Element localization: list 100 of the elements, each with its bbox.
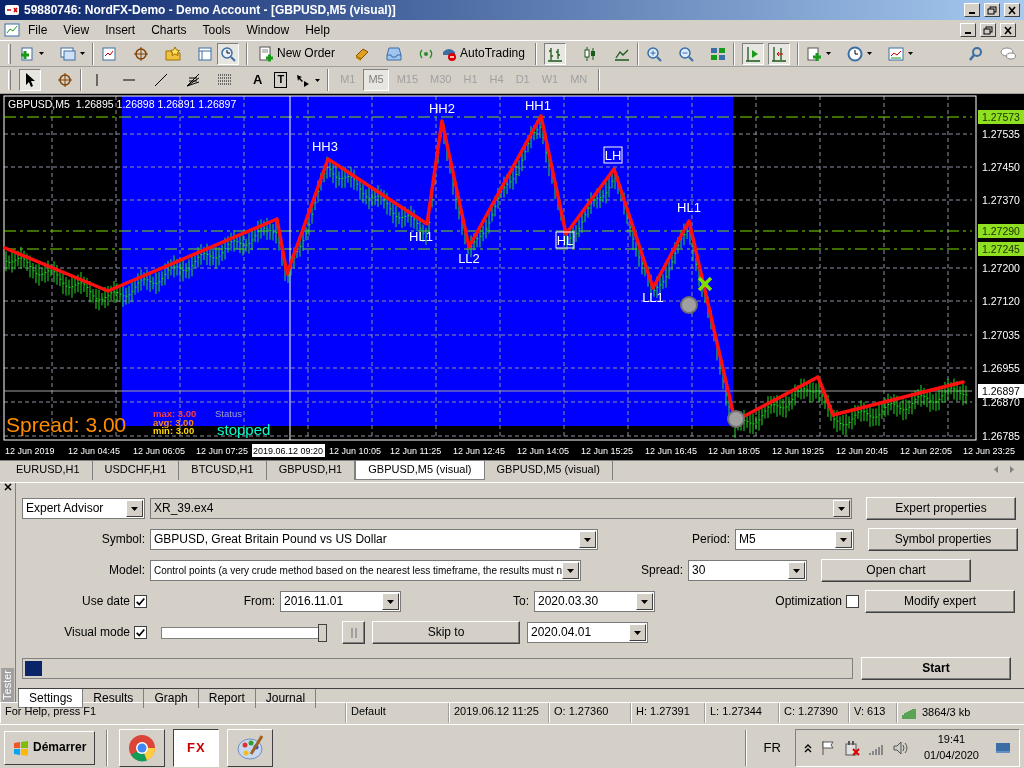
date-field[interactable]: 2016.11.01 [280,591,401,612]
dropdown-arrow-icon [387,599,394,604]
price-label: 1.27370 [982,194,1020,206]
panel-tab[interactable]: Settings [18,689,84,708]
language-indicator[interactable]: FR [757,739,787,756]
bar-chart-button[interactable] [543,42,566,65]
symbol-dropdown[interactable]: GBPUSD, Great Britain Pound vs US Dollar [150,529,598,550]
paint-taskbar-button[interactable] [227,728,274,767]
side-button[interactable]: Expert properties [866,497,1016,520]
zoom-in-icon[interactable] [645,45,662,62]
window-list-icon[interactable] [197,45,213,62]
menu-item[interactable]: View [55,22,98,38]
caret-icon[interactable] [315,78,321,82]
caret-icon[interactable] [39,52,44,55]
search-icon[interactable] [968,45,984,62]
market-watch-icon[interactable] [101,45,117,62]
cross-marker-icon [697,276,713,292]
caret-icon[interactable] [80,52,85,55]
start-button[interactable]: Démarrer [4,730,96,765]
spread-dropdown[interactable]: 30 [688,560,807,581]
trading-app-taskbar-button[interactable]: FX [173,728,220,767]
cursor-button[interactable] [19,69,41,91]
panel-tab[interactable]: Report [198,689,256,708]
side-button[interactable]: Modify expert [865,590,1015,613]
candlestick-icon[interactable] [581,45,598,62]
new-order-button[interactable]: New Order [255,42,338,65]
field-label: From: [242,594,275,609]
checkbox[interactable] [134,595,147,608]
fibonacci-grid-icon[interactable] [217,72,233,88]
template-icon[interactable] [887,45,904,62]
time-label: 12 Jun 15:25 [581,446,634,456]
autoscroll-button[interactable] [741,42,764,65]
pause-button[interactable] [342,621,365,644]
indicator-icon[interactable] [805,45,822,62]
time-label: 12 Jun 23:25 [963,446,1016,456]
text-tool[interactable]: A [249,72,267,88]
crosshair-icon[interactable] [133,45,149,62]
panel-tab[interactable]: Graph [144,689,199,708]
status-text: 2019.06.12 11:25 [449,703,549,723]
chat-icon[interactable] [1000,45,1016,62]
fibonacci-fan-icon[interactable] [185,72,201,88]
dropdown-arrow-icon [793,568,800,573]
show-hidden-icons-icon[interactable] [803,742,812,753]
close-icon[interactable] [3,483,12,491]
menu-item[interactable]: Charts [143,22,195,38]
power-icon[interactable] [843,739,860,756]
checkbox[interactable] [134,626,147,639]
flag-icon[interactable] [819,739,836,756]
price-label: 1.26897 [978,384,1024,398]
start-button[interactable]: Start [861,657,1011,680]
price-label: 1.27120 [982,295,1020,307]
zoom-out-icon[interactable] [677,45,694,62]
status-text: Default [346,703,449,723]
dropdown-arrow-icon [840,537,847,542]
menu-item[interactable]: File [20,22,56,38]
chart-tab[interactable]: GBPUSD,M5 (visual) [355,461,485,480]
folder-star-icon[interactable] [165,45,181,62]
caret-icon[interactable] [907,52,913,55]
menu-item[interactable]: Insert [97,22,144,38]
period-dropdown[interactable]: M5 [735,529,854,550]
tester-toggle-button[interactable] [217,42,239,65]
panel-tab[interactable]: Results [83,689,145,708]
checkbox[interactable] [846,595,859,608]
field-label: To: [512,594,529,609]
model-dropdown[interactable]: Control points (a very crude method based on the nearest less timeframe, the results must n [150,560,581,581]
caret-icon[interactable] [866,52,872,55]
caret-icon[interactable] [825,52,831,55]
dropdown-arrow-icon [131,506,138,511]
crosshair-icon[interactable] [57,72,73,88]
menu-item[interactable]: Tools [194,22,239,38]
date-field[interactable]: 2020.04.01 [527,622,648,643]
expert-dropdown[interactable]: XR_39.ex4 [150,498,852,519]
skip-to-button[interactable]: Skip to [372,621,520,644]
browser-taskbar-button[interactable] [119,728,166,767]
scroll-right-icon[interactable] [1008,465,1016,474]
date-field[interactable]: 2020.03.30 [534,591,655,612]
time-label: 12 Jun 18:05 [708,446,761,456]
clock-date[interactable]: 01/04/2020 [923,747,979,763]
spread-stat: max: 3.00 [153,408,197,419]
clock-icon[interactable] [846,45,863,62]
inbox-icon[interactable] [386,45,402,62]
trend-line-icon[interactable] [153,72,169,88]
side-button[interactable]: Symbol properties [868,528,1018,551]
menu-item[interactable]: Window [238,22,298,38]
new-chart-icon[interactable] [19,45,35,62]
speaker-icon[interactable] [891,739,908,756]
clock-time[interactable]: 19:41 [923,732,979,748]
side-button[interactable]: Open chart [821,559,971,582]
auto-trading-button[interactable]: AutoTrading [438,42,528,65]
text-label-tool[interactable]: T [274,72,288,88]
panel-tab[interactable]: Journal [255,689,317,708]
tile-windows-icon[interactable] [709,45,726,62]
scroll-left-icon[interactable] [992,465,1000,474]
speed-slider[interactable] [161,626,327,639]
type-dropdown[interactable]: Expert Advisor [22,498,145,519]
dropdown-arrow-icon [838,506,845,511]
swing-label: HL [555,231,575,249]
chart-window-icon[interactable] [4,22,20,38]
menu-item[interactable]: Help [297,22,338,38]
chart-shift-button[interactable] [767,42,790,65]
